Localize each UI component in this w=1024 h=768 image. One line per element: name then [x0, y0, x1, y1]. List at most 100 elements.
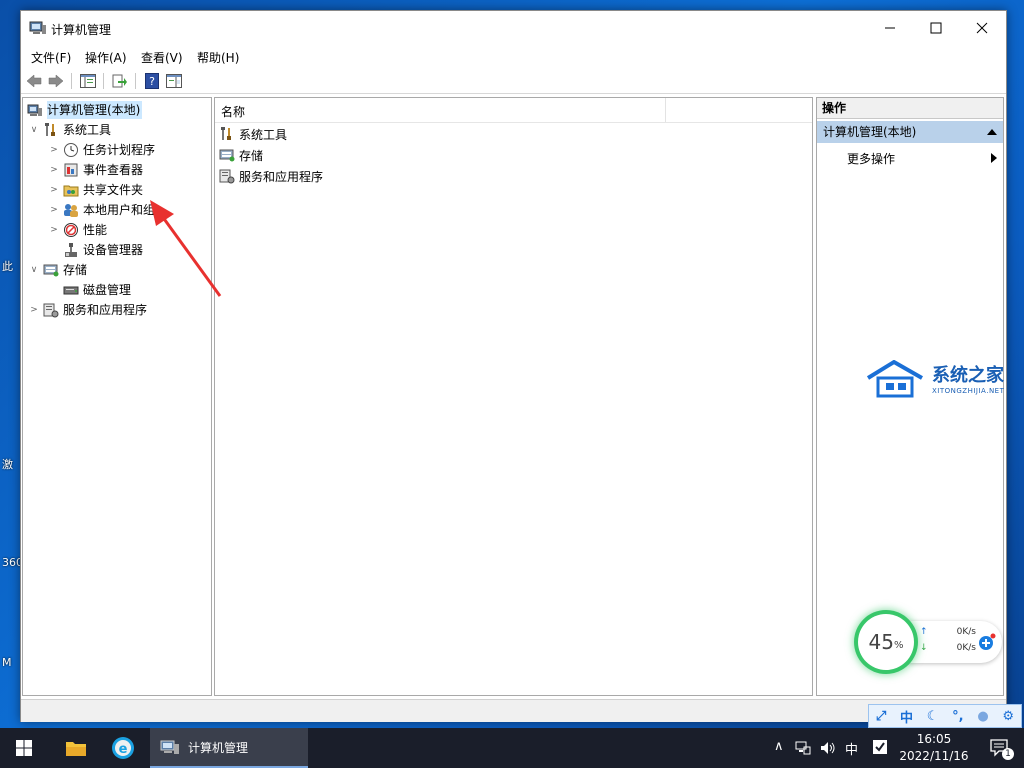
svg-text:?: ?: [149, 75, 155, 88]
plus-icon[interactable]: [978, 633, 996, 651]
menu-file[interactable]: 文件(F): [31, 49, 71, 66]
tree-label: 磁盘管理: [83, 283, 132, 297]
list-item[interactable]: 系统工具: [219, 124, 287, 144]
desktop-label[interactable]: 360: [2, 556, 22, 569]
help-button[interactable]: ?: [143, 72, 161, 90]
storage-icon: [219, 149, 235, 162]
results-pane: 名称 系统工具 存储 服务和应用程序: [214, 97, 813, 696]
chevron-right-icon[interactable]: >: [49, 161, 59, 179]
services-icon: [219, 169, 235, 184]
folder-icon: [66, 742, 86, 756]
annotation-arrow: [150, 200, 222, 297]
gauge-percent-sign: %: [893, 639, 904, 651]
show-hide-action-pane-button[interactable]: [165, 72, 183, 90]
ime-lang-toggle[interactable]: 中: [900, 707, 913, 726]
collapse-up-icon[interactable]: [987, 129, 997, 135]
device-manager-icon: [65, 243, 77, 257]
shared-folder-icon: [63, 185, 79, 197]
menu-view[interactable]: 查看(V): [141, 49, 183, 66]
tools-icon: [221, 127, 231, 140]
gear-icon[interactable]: ⚙: [1002, 709, 1014, 724]
chevron-right-icon[interactable]: >: [49, 181, 59, 199]
tree-label: 存储: [63, 263, 88, 277]
list-item[interactable]: 服务和应用程序: [219, 166, 323, 186]
chevron-right-icon[interactable]: >: [49, 201, 59, 219]
list-item[interactable]: 存储: [219, 145, 263, 165]
browser-button[interactable]: e: [102, 728, 144, 768]
tree-item-event-viewer[interactable]: > 事件查看器: [49, 161, 143, 179]
input-language-indicator[interactable]: 中: [845, 739, 858, 758]
taskbar-clock[interactable]: 16:05 2022/11/16: [896, 731, 972, 765]
chevron-down-icon[interactable]: ∨: [29, 261, 39, 279]
tree-item-shared-folders[interactable]: > 共享文件夹: [49, 181, 143, 199]
watermark-title: 系统之家: [932, 365, 1004, 386]
show-hide-tree-button[interactable]: [79, 72, 97, 90]
ime-settings-icon[interactable]: ⤢: [876, 709, 886, 724]
menu-help[interactable]: 帮助(H): [197, 49, 239, 66]
chevron-right-icon[interactable]: >: [49, 221, 59, 239]
status-bar: [21, 699, 1006, 722]
close-button[interactable]: [959, 11, 1005, 45]
computer-management-icon: [160, 740, 179, 754]
computer-management-icon: [29, 21, 46, 34]
network-icon[interactable]: [795, 740, 811, 756]
chevron-down-icon[interactable]: ∨: [29, 121, 39, 139]
start-button[interactable]: [0, 728, 48, 768]
storage-icon: [43, 264, 59, 277]
back-button[interactable]: [25, 72, 43, 90]
show-hidden-icons-chevron-icon[interactable]: ∧: [774, 739, 784, 754]
watermark-logo: 系统之家 XITONGZHIJIA.NET: [864, 360, 1014, 402]
minimize-button[interactable]: [867, 11, 913, 45]
desktop-label[interactable]: M: [2, 656, 22, 669]
upload-speed-value: 0K/s: [956, 627, 976, 637]
security-check-icon[interactable]: [872, 739, 888, 755]
tree-item-storage[interactable]: ∨ 存储: [29, 261, 87, 279]
file-explorer-button[interactable]: [56, 728, 96, 768]
menu-action[interactable]: 操作(A): [85, 49, 127, 66]
export-list-button[interactable]: [111, 72, 129, 90]
user-icon[interactable]: ●: [977, 709, 988, 724]
tree-item-device-manager[interactable]: 设备管理器: [63, 241, 143, 259]
tree-label: 系统工具: [63, 123, 112, 137]
tree-label: 共享文件夹: [83, 183, 144, 197]
forward-button[interactable]: [47, 72, 65, 90]
title-bar[interactable]: 计算机管理: [21, 11, 1006, 45]
chevron-right-icon[interactable]: >: [29, 301, 39, 319]
toolbar-separator: [103, 73, 104, 89]
more-actions-item[interactable]: 更多操作: [847, 150, 895, 167]
desktop-label[interactable]: 激: [2, 456, 22, 472]
chevron-right-icon[interactable]: >: [49, 141, 59, 159]
maximize-button[interactable]: [913, 11, 959, 45]
tree-item-task-scheduler[interactable]: > 任务计划程序: [49, 141, 155, 159]
download-arrow-icon: ↓: [920, 643, 928, 653]
tree-item-system-tools[interactable]: ∨ 系统工具: [29, 121, 111, 139]
close-icon: [976, 22, 988, 34]
moon-icon[interactable]: ☾: [927, 709, 939, 724]
punctuation-icon[interactable]: °,: [952, 709, 963, 724]
volume-icon[interactable]: [820, 740, 836, 756]
taskbar-item-label: 计算机管理: [188, 740, 249, 755]
tree-item-services-applications[interactable]: > 服务和应用程序: [29, 301, 147, 319]
event-viewer-icon: [64, 163, 78, 177]
export-icon: [112, 74, 127, 88]
toolbar: ?: [21, 69, 1006, 94]
memory-usage-gauge[interactable]: 45 %: [858, 614, 914, 670]
taskbar-item-computer-management[interactable]: 计算机管理: [150, 728, 308, 768]
minimize-icon: [885, 27, 895, 29]
desktop-label[interactable]: 此: [2, 258, 22, 274]
tree-item-performance[interactable]: > 性能: [49, 221, 107, 239]
network-speed-widget[interactable]: ↑ 0K/s ↓ 0K/s 45 %: [858, 614, 1004, 670]
clock-date: 2022/11/16: [899, 749, 969, 763]
tree-item-disk-management[interactable]: 磁盘管理: [63, 281, 131, 299]
disk-icon: [63, 286, 79, 295]
column-divider[interactable]: [665, 98, 666, 122]
tree-item-root[interactable]: 计算机管理(本地): [27, 101, 143, 119]
tree-label: 服务和应用程序: [63, 303, 148, 317]
column-header-name[interactable]: 名称: [221, 103, 245, 120]
list-item-label: 系统工具: [239, 127, 288, 142]
list-header: 名称: [215, 98, 812, 123]
actions-group-computer-management[interactable]: 计算机管理(本地): [817, 121, 1003, 143]
notification-center-button[interactable]: 1: [980, 728, 1020, 768]
taskbar: e 计算机管理 ∧ 中 16:05 2022/11/16 1: [0, 728, 1024, 768]
window-title: 计算机管理: [51, 23, 112, 37]
